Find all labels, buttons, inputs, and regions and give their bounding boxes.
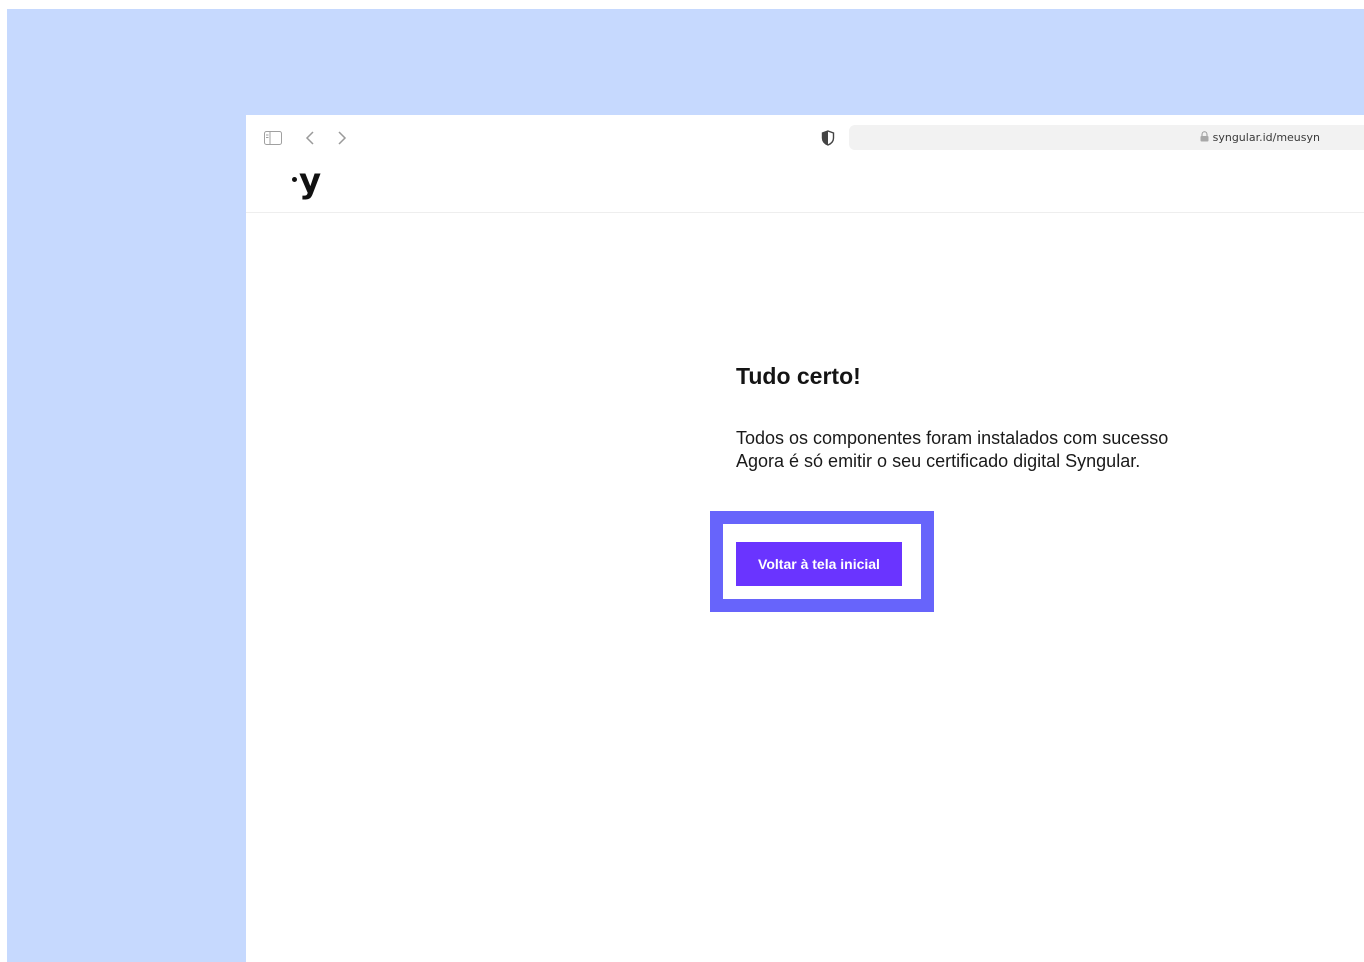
page-title: Tudo certo! — [736, 363, 861, 389]
success-content: Tudo certo! Todos os componentes foram i… — [736, 361, 1296, 471]
browser-toolbar: syngular.id/meusyn — [246, 115, 1364, 161]
syngular-logo[interactable]: y — [292, 161, 322, 201]
lock-icon — [1200, 129, 1209, 147]
message-line: Todos os componentes foram instalados co… — [736, 428, 1169, 448]
browser-window: syngular.id/meusyn y Tudo certo! Todos o… — [246, 115, 1364, 962]
shield-icon[interactable] — [821, 130, 835, 146]
success-message: Todos os componentes foram instalados co… — [736, 427, 1168, 473]
url-text: syngular.id/meusyn — [1212, 131, 1320, 144]
site-header: y — [246, 161, 1364, 213]
chevron-right-icon[interactable] — [334, 128, 350, 148]
back-to-home-button[interactable]: Voltar à tela inicial — [736, 542, 902, 586]
chevron-left-icon[interactable] — [302, 128, 318, 148]
button-highlight-frame: Voltar à tela inicial — [710, 511, 934, 612]
logo-text: y — [299, 161, 322, 201]
logo-dot — [292, 176, 297, 182]
message-line: Agora é só emitir o seu certificado digi… — [736, 451, 1141, 471]
highlight-inner: Voltar à tela inicial — [723, 524, 921, 599]
address-bar[interactable]: syngular.id/meusyn — [849, 125, 1364, 150]
sidebar-toggle-icon[interactable] — [264, 131, 282, 145]
